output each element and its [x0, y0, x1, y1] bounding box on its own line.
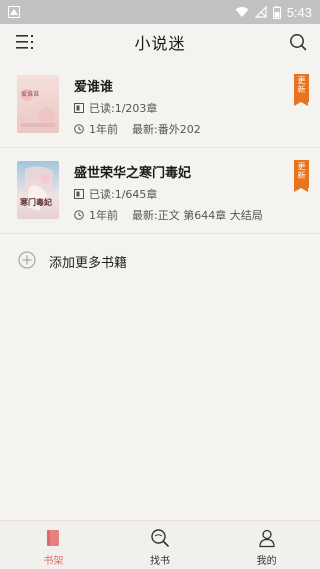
- latest-chapter: 最新:番外202: [132, 123, 201, 136]
- latest-info: 1年前 最新:番外202: [74, 121, 201, 137]
- read-progress: 已读:1/203章: [74, 100, 157, 116]
- nav-label: 找书: [150, 556, 170, 567]
- read-progress-text: 已读:1/203章: [89, 102, 158, 115]
- book-title: 盛世荣华之寒门毒妃: [74, 166, 192, 181]
- updated-time: 1年前: [89, 123, 118, 136]
- profile-icon: [259, 529, 275, 548]
- status-bar: 5:43: [0, 0, 320, 24]
- search-icon[interactable]: [289, 33, 307, 51]
- battery-icon: [272, 5, 281, 19]
- add-more-label: 添加更多书籍: [49, 256, 128, 271]
- nav-profile[interactable]: 我的: [213, 521, 320, 569]
- clock-icon: [74, 210, 84, 220]
- add-more-books-button[interactable]: 添加更多书籍: [0, 242, 320, 278]
- page-title: 小说迷: [134, 34, 186, 53]
- updated-time: 1年前: [89, 209, 118, 222]
- read-progress: 已读:1/645章: [74, 186, 157, 202]
- menu-icon[interactable]: [16, 34, 34, 50]
- app-bar: 小说迷: [0, 24, 320, 60]
- status-time: 5:43: [286, 4, 312, 20]
- clock-icon: [74, 124, 84, 134]
- find-book-icon: [151, 529, 169, 547]
- cover-title: 寒门毒妃: [20, 198, 52, 207]
- book-icon: [74, 103, 84, 113]
- notification-icon: [8, 6, 20, 18]
- latest-chapter: 最新:正文 第644章 大结局: [132, 209, 263, 222]
- nav-label: 书架: [43, 556, 64, 567]
- wifi-icon: [235, 7, 249, 17]
- cover-title: 爱谁谁: [21, 91, 40, 98]
- book-item[interactable]: 爱谁谁 爱谁谁 已读:1/203章 1年前 最新:番外202 更新: [0, 62, 320, 148]
- no-sim-icon: [254, 6, 267, 18]
- book-item[interactable]: 寒门毒妃 盛世荣华之寒门毒妃 已读:1/645章 1年前 最新:正文 第644章…: [0, 148, 320, 234]
- update-badge: 更新: [294, 160, 309, 192]
- latest-info: 1年前 最新:正文 第644章 大结局: [74, 207, 263, 223]
- book-cover[interactable]: 爱谁谁: [17, 75, 59, 133]
- book-cover[interactable]: 寒门毒妃: [17, 161, 59, 219]
- book-icon: [74, 189, 84, 199]
- book-title: 爱谁谁: [74, 80, 114, 95]
- bottom-nav: 书架 找书 我的: [0, 520, 320, 569]
- bookshelf-icon: [47, 530, 60, 546]
- nav-bookshelf[interactable]: 书架: [0, 521, 107, 569]
- nav-find-book[interactable]: 找书: [107, 521, 214, 569]
- update-badge: 更新: [294, 74, 309, 106]
- add-icon: [18, 251, 36, 269]
- nav-label: 我的: [256, 556, 277, 567]
- read-progress-text: 已读:1/645章: [89, 188, 158, 201]
